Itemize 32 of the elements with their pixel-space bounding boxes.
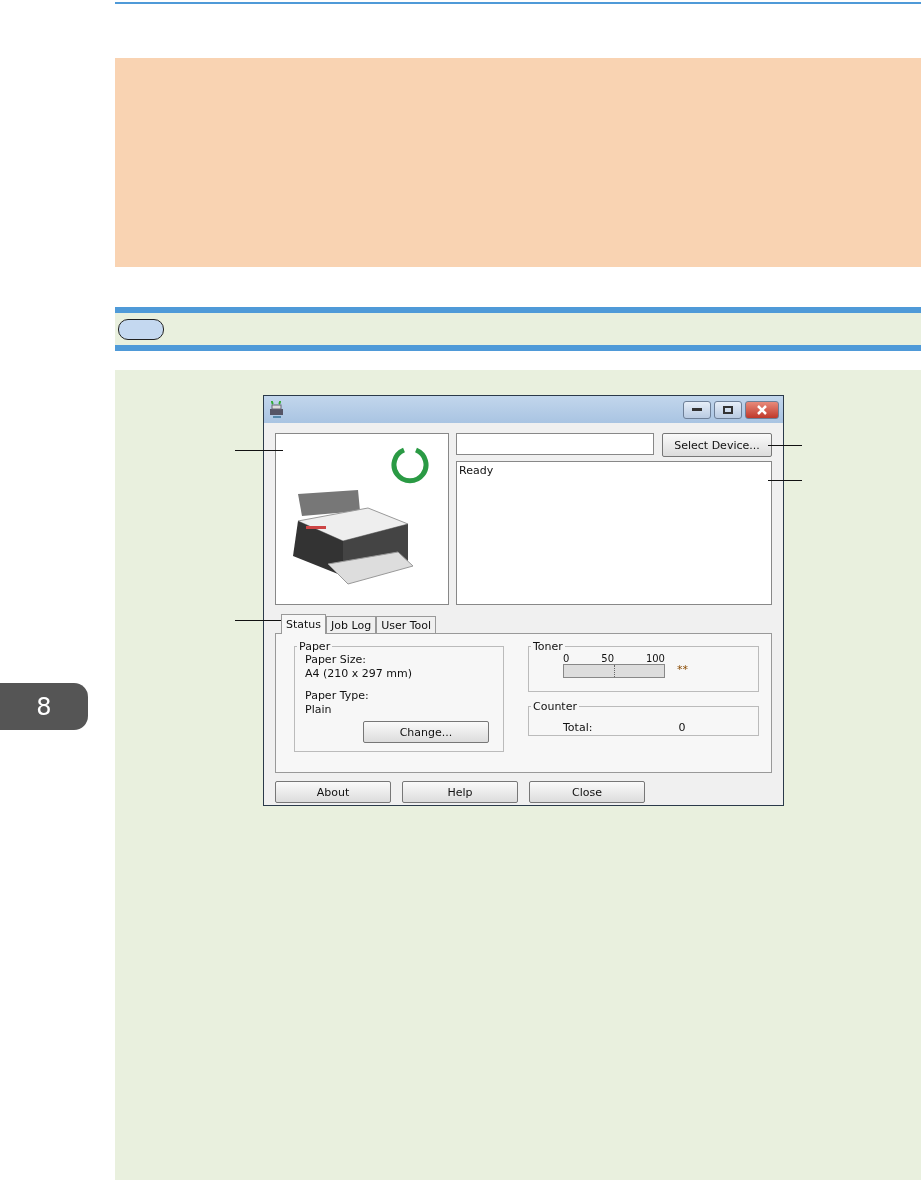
change-button[interactable]: Change...	[363, 721, 489, 743]
group-title: Toner	[532, 640, 563, 653]
dialog-button[interactable]: Close	[529, 781, 645, 803]
tab[interactable]: Status	[281, 614, 327, 634]
tab[interactable]: User Tool	[376, 616, 437, 633]
minimize-icon	[692, 407, 702, 412]
total-label: Total:	[563, 721, 593, 734]
maximize-button[interactable]	[714, 400, 742, 419]
scale-label: 50	[601, 653, 614, 664]
status-text: Ready	[459, 464, 494, 477]
note-label-badge	[118, 318, 164, 340]
printer-icon	[268, 400, 286, 419]
maximize-icon	[723, 405, 733, 414]
scale-label: 100	[645, 653, 665, 664]
paper-type-value: Plain	[305, 703, 333, 717]
select-device-button[interactable]: Select Device...	[662, 433, 772, 457]
close-button[interactable]	[745, 400, 779, 419]
group-title: Paper	[298, 640, 332, 653]
status-ring-icon	[390, 445, 430, 485]
scale-label: 0	[563, 653, 570, 664]
dialog-button[interactable]: About	[275, 781, 391, 803]
device-name-field[interactable]	[456, 433, 654, 455]
group-title: Counter	[532, 700, 578, 713]
paper-type-label: Paper Type:	[305, 689, 370, 703]
tab[interactable]: Job Log	[326, 616, 377, 633]
toner-reading: **	[677, 663, 688, 676]
paper-size-label: Paper Size:	[305, 653, 367, 667]
dialog-button[interactable]: Help	[402, 781, 518, 803]
total-value: 0	[678, 721, 686, 734]
close-icon	[757, 404, 767, 415]
minimize-button[interactable]	[683, 400, 711, 419]
paper-size-value: A4 (210 x 297 mm)	[305, 667, 414, 681]
